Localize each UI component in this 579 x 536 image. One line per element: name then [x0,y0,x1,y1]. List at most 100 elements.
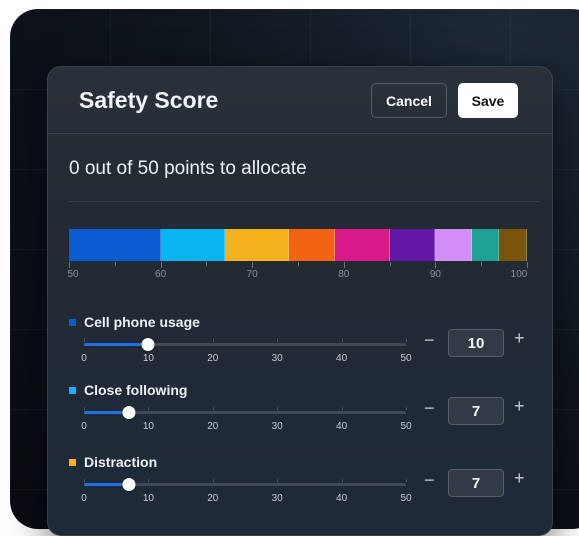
slider-row-close-following: Close following 0 10 20 30 40 50 − 7 + [48,382,552,450]
slider-tick [84,407,85,410]
increment-button[interactable]: + [514,468,525,489]
slider-tick [341,407,343,410]
slider-tick [277,479,279,482]
slider-scale: 0 10 20 30 40 50 [81,353,411,367]
slider-scale-label: 30 [271,353,283,364]
slider-tick [212,479,214,482]
slider-tick [341,339,343,342]
slider-scale-label: 0 [81,421,87,432]
slider-tick [84,479,85,482]
slider-track[interactable] [84,478,407,491]
decrement-button[interactable]: − [424,330,435,351]
slider-tick [212,339,214,342]
slider-scale-label: 0 [81,493,87,504]
score-distribution-bar [69,229,527,261]
score-segment [389,229,436,261]
color-swatch [69,318,76,326]
slider-fill [84,343,149,346]
slider-tick [406,479,407,482]
points-allocation-text: 0 out of 50 points to allocate [69,158,307,179]
axis-tick [114,262,116,266]
slider-scale-label: 10 [142,421,154,432]
axis-label: 90 [429,269,441,280]
value-input[interactable]: 10 [448,329,504,357]
slider-track[interactable] [84,338,407,351]
slider-label: Cell phone usage [69,314,200,330]
slider-scale-label: 20 [207,421,219,432]
save-button[interactable]: Save [458,83,518,118]
value-input[interactable]: 7 [448,397,504,425]
score-segment [499,229,527,261]
slider-thumb[interactable] [122,406,136,419]
slider-scale: 0 10 20 30 40 50 [81,421,411,435]
slider-tick [341,479,343,482]
slider-scale-label: 50 [400,421,412,432]
slider-scale-label: 0 [81,353,87,364]
decrement-button[interactable]: − [424,470,435,491]
slider-label-text: Close following [84,382,188,398]
slider-tick [277,407,279,410]
axis-label: 80 [338,269,350,280]
slider-tick [148,407,150,410]
score-axis: 50 60 70 80 90 100 [67,262,528,282]
slider-scale-label: 40 [336,493,348,504]
axis-tick [160,262,162,268]
slider-track[interactable] [84,406,407,419]
increment-button[interactable]: + [514,396,525,417]
slider-scale-label: 30 [271,493,283,504]
dialog-title: Safety Score [79,87,219,113]
score-segment [471,229,500,261]
slider-scale-label: 20 [207,493,219,504]
slider-scale-label: 10 [142,353,154,364]
axis-label: 100 [510,269,528,280]
slider-scale-label: 40 [336,353,348,364]
slider-row-distraction: Distraction 0 10 20 30 40 50 − 7 + [48,454,552,522]
slider-label-text: Cell phone usage [84,314,200,330]
slider-scale-label: 10 [142,493,154,504]
value-input[interactable]: 7 [448,469,504,497]
score-segment [334,229,390,261]
dialog-header: Safety Score Cancel Save [48,67,552,134]
axis-label: 50 [67,269,79,280]
slider-row-cell-phone-usage: Cell phone usage 0 10 20 30 40 50 − 10 + [48,314,552,382]
score-segment [69,229,161,261]
slider-scale-label: 30 [271,421,283,432]
safety-score-dialog: Safety Score Cancel Save 0 out of 50 poi… [47,66,553,536]
slider-scale-label: 40 [336,421,348,432]
slider-tick [212,407,214,410]
cancel-button[interactable]: Cancel [371,83,447,118]
axis-tick [435,262,437,268]
slider-tick [406,407,407,410]
score-segment [288,229,335,261]
color-swatch [69,386,76,394]
score-segment [435,229,472,261]
divider [69,201,539,202]
slider-label: Distraction [69,454,157,470]
slider-scale: 0 10 20 30 40 50 [81,493,411,507]
slider-label-text: Distraction [84,454,158,470]
slider-scale-label: 50 [400,353,412,364]
slider-tick [277,339,279,342]
slider-thumb[interactable] [122,478,136,491]
score-segment [224,229,289,261]
color-swatch [69,458,76,466]
slider-scale-label: 20 [207,353,219,364]
slider-tick [148,479,150,482]
axis-tick [527,262,528,268]
axis-tick [343,262,345,268]
slider-label: Close following [69,382,187,398]
axis-tick [389,262,391,266]
axis-tick [252,262,254,268]
slider-tick [148,339,150,342]
axis-label: 60 [155,269,167,280]
decrement-button[interactable]: − [424,398,435,419]
slider-tick [406,339,407,342]
axis-label: 70 [246,269,258,280]
axis-tick [69,262,70,268]
axis-tick [206,262,208,266]
increment-button[interactable]: + [514,328,525,349]
score-segment [160,229,225,261]
slider-scale-label: 50 [400,493,412,504]
axis-tick [298,262,299,266]
axis-tick [481,262,483,266]
